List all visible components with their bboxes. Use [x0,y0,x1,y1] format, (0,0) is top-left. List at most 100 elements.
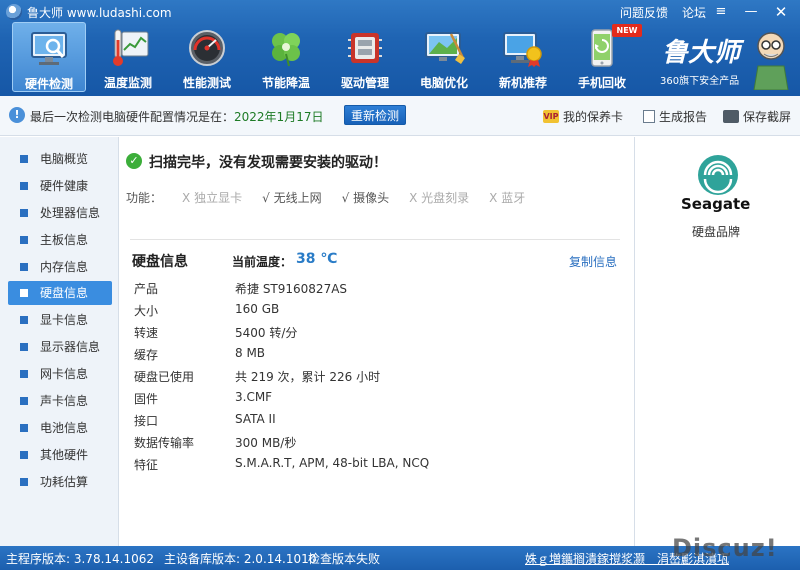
generate-report-label: 生成报告 [659,110,708,124]
feature-item: √ 无线上网 [262,191,322,205]
save-screenshot-link[interactable]: 保存截屏 [723,108,791,125]
sidebar-item-label: 显卡信息 [40,313,89,327]
sidebar-item-display[interactable]: 显示器信息 [8,335,112,359]
disk-info-panel: ✓ 扫描完毕，没有发现需要安装的驱动！ 功能： X 独立显卡 √ 无线上网 √ … [120,137,633,546]
chip-icon [348,33,382,63]
header: 鲁大师 www.ludashi.com 问题反馈 论坛 ≡ — ✕ 硬件检测 温… [0,0,800,96]
spec-value: 3.CMF [235,390,273,404]
generate-report-link[interactable]: 生成报告 [643,108,707,125]
sidebar: 电脑概览 硬件健康 处理器信息 主板信息 内存信息 硬盘信息 显卡信息 显示器信… [0,137,119,546]
sidebar-item-label: 内存信息 [40,260,89,274]
spec-value: S.M.A.R.T, APM, 48-bit LBA, NCQ [235,456,430,470]
bullet-icon [20,289,28,297]
bullet-icon [20,424,28,432]
spec-row: 大小 160 GB [134,300,614,322]
bullet-icon [20,397,28,405]
scan-result-message: 扫描完毕，没有发现需要安装的驱动！ [149,155,387,171]
tool-performance[interactable]: 性能测试 [170,22,244,92]
spec-row: 固件 3.CMF [134,388,614,410]
sidebar-item-audio[interactable]: 声卡信息 [8,389,112,413]
sidebar-item-label: 电脑概览 [40,152,89,166]
copy-info-link[interactable]: 复制信息 [569,253,617,270]
care-card-link[interactable]: VIP 我的保养卡 [543,108,623,125]
tool-label: 性能测试 [182,76,231,90]
spec-row: 转速 5400 转/分 [134,322,614,344]
watermark: Discuz! [672,534,778,562]
spec-key: 固件 [134,392,159,406]
clover-icon [272,33,300,67]
feedback-link[interactable]: 问题反馈 [620,4,668,21]
monitor-magnifier-icon [31,32,67,65]
temperature-label: 当前温度： [232,255,293,269]
bullet-icon [20,451,28,459]
menu-icon[interactable]: ≡ [712,3,730,21]
tool-hardware-check[interactable]: 硬件检测 [12,22,86,92]
tool-driver-manager[interactable]: 驱动管理 [328,22,402,92]
spec-row: 硬盘已使用 共 219 次，累计 226 小时 [134,366,614,388]
brand-wordmark: Seagate [681,195,751,213]
sidebar-item-gpu[interactable]: 显卡信息 [8,308,112,332]
spec-key: 产品 [134,282,159,296]
sidebar-item-cpu[interactable]: 处理器信息 [8,201,112,225]
mascot-icon [753,32,789,90]
device-db-version: 主设备库版本: 2.0.14.1010 [164,552,317,566]
brand-subtitle: 360旗下安全产品 [660,76,740,87]
brand-logo: 鲁大师 360旗下安全产品 [656,28,796,92]
tool-temperature[interactable]: 温度监测 [91,22,165,92]
sidebar-item-label: 硬件健康 [40,179,89,193]
sidebar-item-label: 主板信息 [40,233,89,247]
sidebar-item-battery[interactable]: 电池信息 [8,416,112,440]
feature-item: X 独立显卡 [182,191,243,205]
bullet-icon [20,343,28,351]
sidebar-item-label: 硬盘信息 [40,286,89,300]
tool-optimize[interactable]: 电脑优化 [407,22,481,92]
divider [130,239,620,240]
tool-label: 硬件检测 [24,77,73,91]
temperature-value: 38 ℃ [296,251,338,267]
sidebar-item-label: 电池信息 [40,421,89,435]
app-window: 鲁大师 www.ludashi.com 问题反馈 论坛 ≡ — ✕ 硬件检测 温… [0,0,800,570]
spec-key: 大小 [134,304,159,318]
bullet-icon [20,182,28,190]
sidebar-item-health[interactable]: 硬件健康 [8,174,112,198]
monitor-medal-icon [503,32,542,67]
sidebar-item-disk[interactable]: 硬盘信息 [8,281,112,305]
tool-label: 手机回收 [577,76,626,90]
spec-value: 8 MB [235,346,266,360]
brand-name: 鲁大师 [662,38,741,68]
spec-key: 缓存 [134,348,159,362]
minimize-icon[interactable]: — [742,3,760,21]
save-screenshot-label: 保存截屏 [743,110,792,124]
sidebar-item-overview[interactable]: 电脑概览 [8,147,112,171]
last-check-text: 最后一次检测电脑硬件配置情况是在：2022年1月17日 [30,110,324,124]
spec-key: 接口 [134,414,159,428]
close-icon[interactable]: ✕ [772,3,790,21]
sidebar-item-label: 显示器信息 [40,340,101,354]
tool-new-pc[interactable]: 新机推荐 [486,22,560,92]
check-icon: ✓ [126,153,142,169]
sidebar-item-power[interactable]: 功耗估算 [8,470,112,494]
forum-link[interactable]: 论坛 [682,4,706,21]
spec-row: 接口 SATA II [134,410,614,432]
sidebar-item-motherboard[interactable]: 主板信息 [8,228,112,252]
thermometer-icon [113,29,149,66]
recheck-button[interactable]: 重新检测 [344,105,406,125]
bullet-icon [20,209,28,217]
spec-key: 数据传输率 [134,436,195,450]
feature-item: √ 摄像头 [341,191,390,205]
bullet-icon [20,478,28,486]
tool-energy-saving[interactable]: 节能降温 [249,22,323,92]
vip-card-icon: VIP [543,110,559,123]
report-icon [643,110,655,123]
app-title: 鲁大师 www.ludashi.com [27,6,172,20]
spec-value: 希捷 ST9160827AS [235,282,348,296]
sidebar-item-label: 声卡信息 [40,394,89,408]
bullet-icon [20,263,28,271]
spec-key: 硬盘已使用 [134,370,195,384]
spec-value: SATA II [235,412,276,426]
speedometer-icon [189,30,225,66]
sidebar-item-network[interactable]: 网卡信息 [8,362,112,386]
sidebar-item-memory[interactable]: 内存信息 [8,255,112,279]
spec-value: 160 GB [235,302,280,316]
sidebar-item-other[interactable]: 其他硬件 [8,443,112,467]
